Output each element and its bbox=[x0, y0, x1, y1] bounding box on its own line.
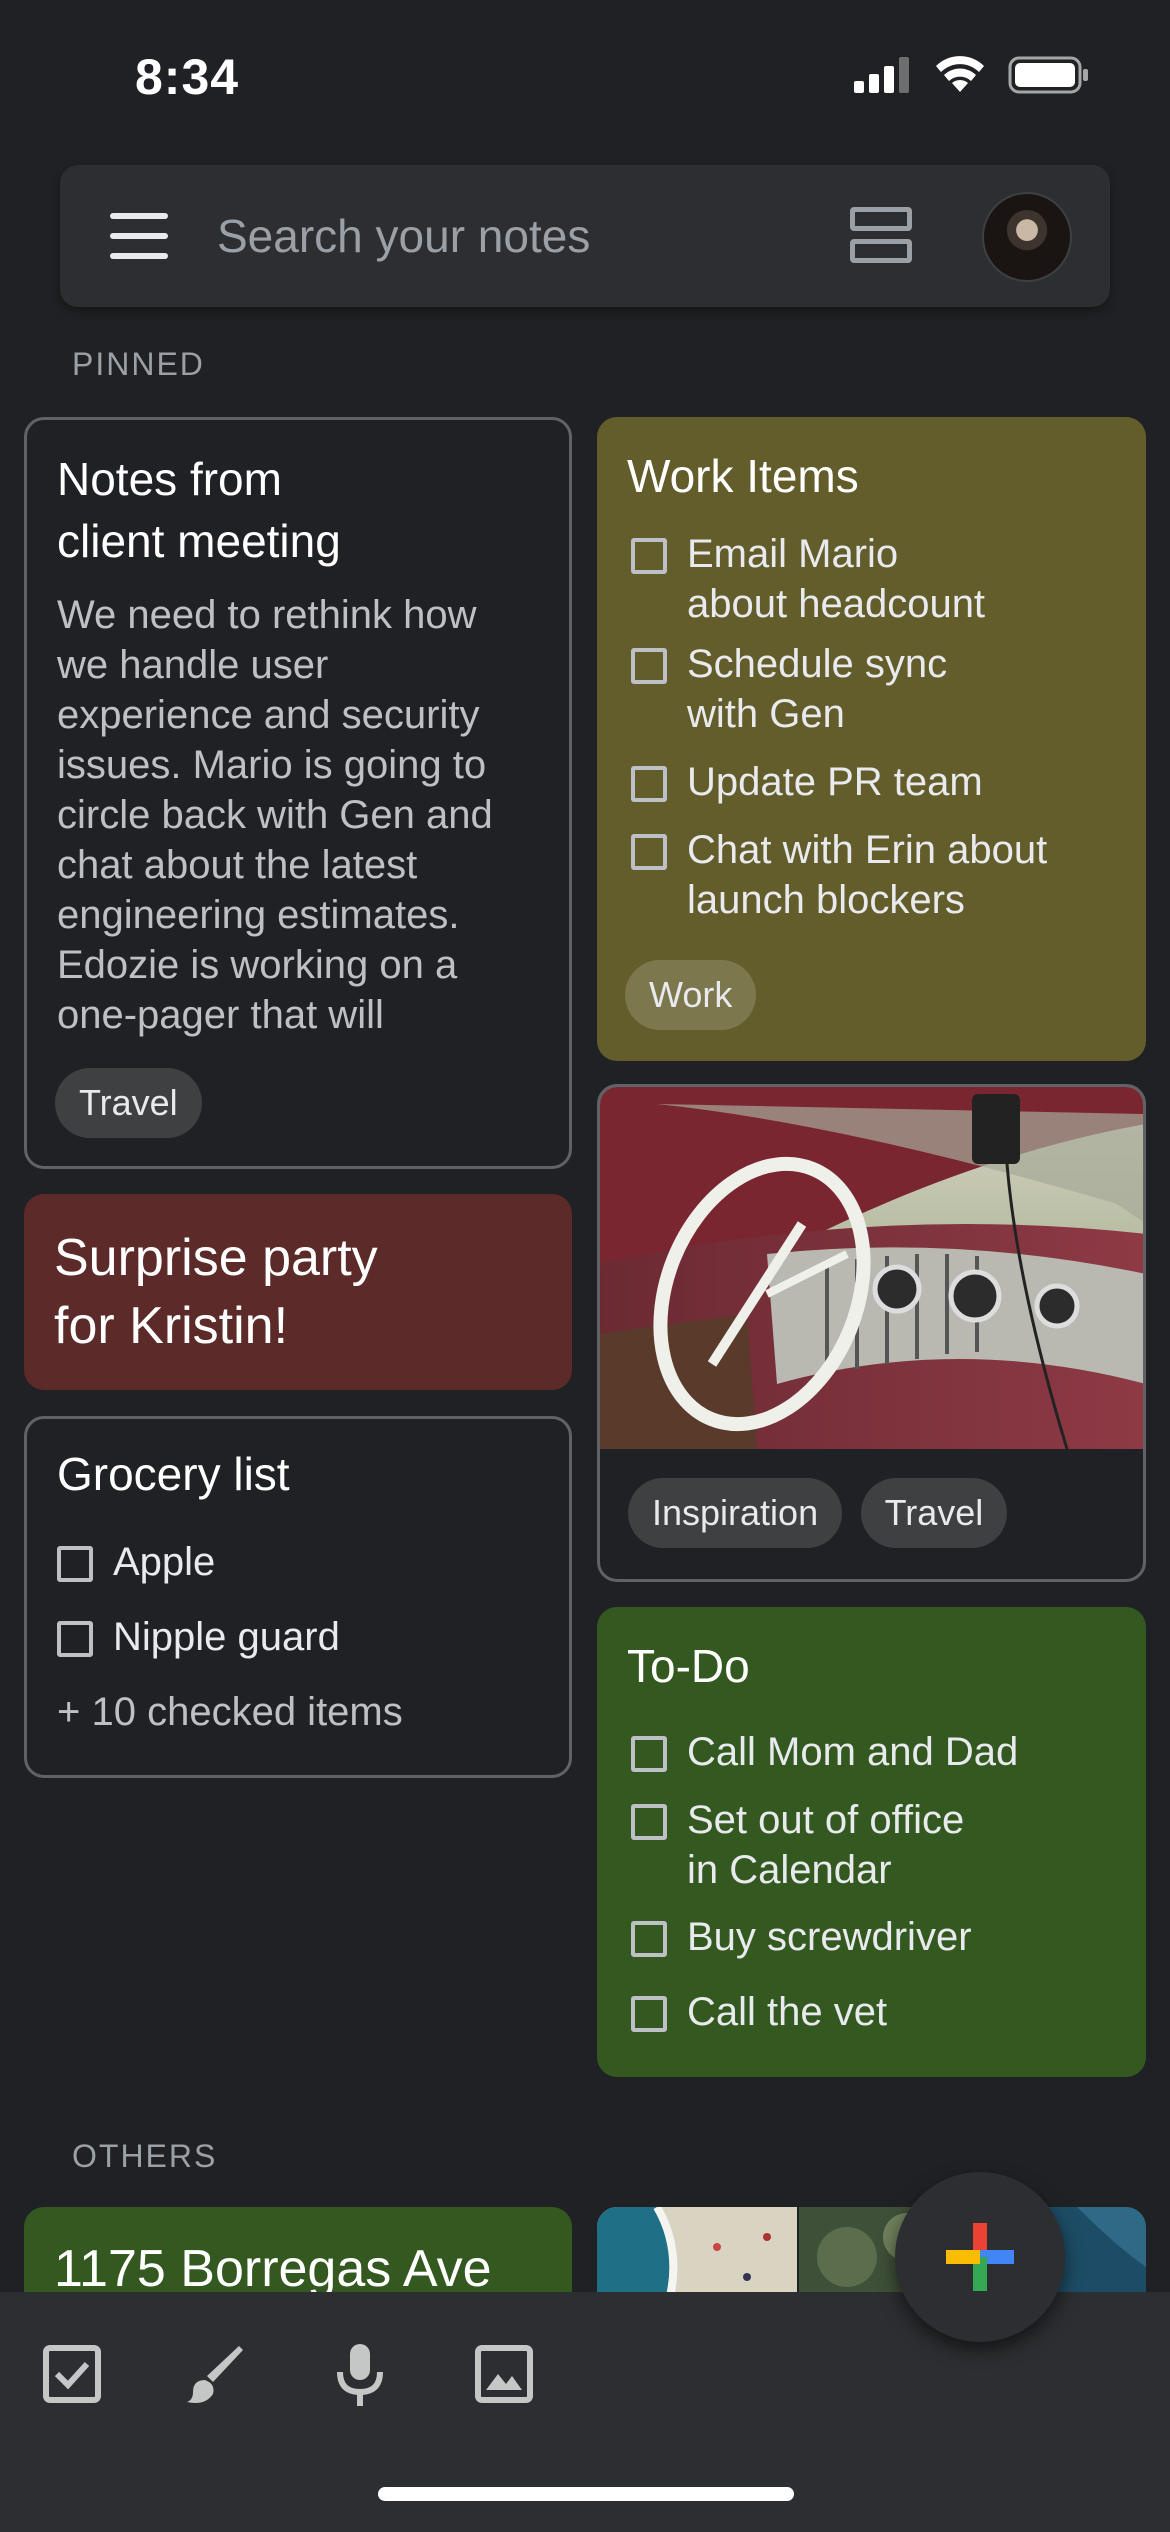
note-surprise-party[interactable]: Surprise party for Kristin! bbox=[24, 1194, 572, 1390]
note-title: To-Do bbox=[627, 1640, 750, 1692]
list-view-toggle-icon[interactable] bbox=[850, 207, 912, 265]
note-title: Work Items bbox=[627, 450, 859, 502]
checklist-item[interactable]: Update PR team bbox=[631, 757, 983, 807]
checkbox[interactable] bbox=[631, 538, 667, 574]
checklist-item[interactable]: Email Mario about headcount bbox=[631, 529, 985, 629]
checkbox[interactable] bbox=[631, 648, 667, 684]
hamburger-menu-icon[interactable] bbox=[110, 213, 168, 259]
image-icon[interactable] bbox=[474, 2344, 534, 2404]
note-body: We need to rethink how we handle user ex… bbox=[57, 593, 493, 1037]
checklist-item[interactable]: Call Mom and Dad bbox=[631, 1727, 1018, 1777]
note-todo[interactable]: To-Do Call Mom and Dad Set out of office… bbox=[597, 1607, 1146, 2077]
checkbox[interactable] bbox=[631, 1736, 667, 1772]
brush-icon[interactable] bbox=[185, 2344, 247, 2406]
new-note-fab[interactable] bbox=[895, 2172, 1065, 2342]
checkbox[interactable] bbox=[631, 1996, 667, 2032]
label-chip-travel[interactable]: Travel bbox=[55, 1068, 202, 1138]
search-bar[interactable]: Search your notes bbox=[60, 165, 1110, 307]
mic-icon[interactable] bbox=[332, 2342, 388, 2408]
checkbox[interactable] bbox=[57, 1621, 93, 1657]
status-icons bbox=[854, 56, 1090, 94]
note-client-meeting[interactable]: Notes from client meeting We need to ret… bbox=[24, 417, 572, 1169]
note-title: Surprise party for Kristin! bbox=[54, 1229, 378, 1355]
search-input[interactable]: Search your notes bbox=[217, 209, 590, 263]
checkbox-icon[interactable] bbox=[42, 2344, 102, 2404]
checklist-item[interactable]: Call the vet bbox=[631, 1987, 887, 2037]
status-time: 8:34 bbox=[135, 49, 240, 105]
battery-icon bbox=[1008, 56, 1088, 94]
checkbox[interactable] bbox=[631, 766, 667, 802]
note-title: client meeting bbox=[57, 515, 341, 567]
account-avatar[interactable] bbox=[982, 192, 1072, 282]
label-chip-travel[interactable]: Travel bbox=[860, 1478, 1008, 1548]
home-indicator[interactable] bbox=[378, 2487, 794, 2501]
note-car-photo[interactable]: Inspiration Travel bbox=[597, 1084, 1146, 1582]
checklist-item[interactable]: Chat with Erin about launch blockers bbox=[631, 825, 1047, 925]
pinned-section-label: PINNED bbox=[72, 346, 205, 382]
label-chip-work[interactable]: Work bbox=[625, 960, 757, 1030]
checklist-item[interactable]: Set out of office in Calendar bbox=[631, 1795, 964, 1895]
cellular-signal-icon bbox=[854, 57, 909, 93]
checked-items-summary: + 10 checked items bbox=[57, 1690, 403, 1734]
note-title: Grocery list bbox=[57, 1448, 290, 1500]
others-section-label: OTHERS bbox=[72, 2138, 218, 2174]
checkbox[interactable] bbox=[631, 1804, 667, 1840]
checkbox[interactable] bbox=[57, 1546, 93, 1582]
keep-home-screen: 8:34 Search your notes PINNED Notes from bbox=[0, 0, 1170, 2532]
note-title: Notes from bbox=[57, 453, 282, 505]
checklist-item[interactable]: Schedule sync with Gen bbox=[631, 639, 947, 739]
checklist-item[interactable]: Buy screwdriver bbox=[631, 1912, 972, 1962]
car-interior-image bbox=[600, 1087, 1143, 1449]
checklist-item[interactable]: Apple bbox=[57, 1537, 215, 1587]
note-work-items[interactable]: Work Items Email Mario about headcount Sc… bbox=[597, 417, 1146, 1061]
note-grocery-list[interactable]: Grocery list Apple Nipple guard + 10 che… bbox=[24, 1416, 572, 1778]
wifi-icon bbox=[936, 56, 984, 92]
checkbox[interactable] bbox=[631, 834, 667, 870]
label-chip-inspiration[interactable]: Inspiration bbox=[628, 1478, 843, 1548]
checklist-item[interactable]: Nipple guard bbox=[57, 1612, 340, 1662]
plus-icon bbox=[946, 2223, 1014, 2291]
checkbox[interactable] bbox=[631, 1921, 667, 1957]
